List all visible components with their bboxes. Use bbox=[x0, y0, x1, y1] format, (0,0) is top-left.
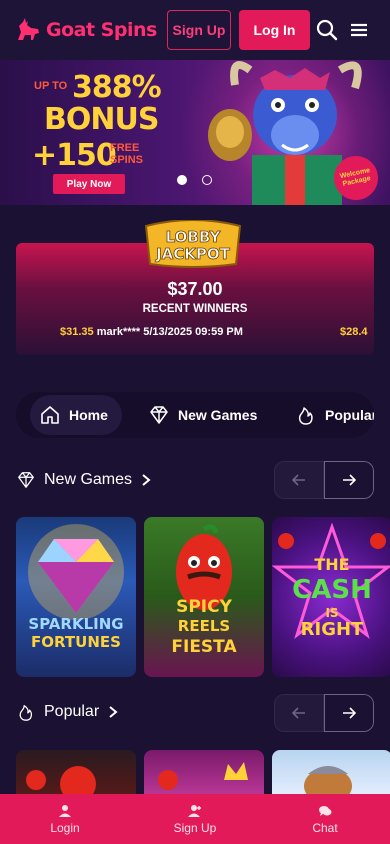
flame-icon bbox=[298, 407, 313, 425]
promo-banner[interactable]: UP TO 388% BONUS +150 FREE SPINS Play No… bbox=[0, 60, 390, 205]
bottom-nav-chat-label: Chat bbox=[312, 820, 338, 835]
chat-icon bbox=[319, 805, 332, 816]
diamond-icon bbox=[18, 472, 34, 488]
new-games-title: New Games bbox=[44, 471, 133, 488]
popular-prev-button[interactable] bbox=[274, 694, 324, 732]
game-title-line1: SPARKLING bbox=[28, 615, 124, 633]
signup-button[interactable]: Sign Up bbox=[167, 10, 231, 50]
game-title-line1: THE bbox=[314, 555, 350, 574]
banner-spins-count: +150 bbox=[32, 138, 117, 173]
winner-ticker: $31.35 mark**** 5/13/2025 09:59 PM bbox=[60, 326, 243, 338]
jackpot-logo-line2: JACKPOT bbox=[155, 245, 231, 263]
jackpot-logo-line1: LOBBY bbox=[166, 228, 222, 246]
diamond-icon bbox=[150, 406, 168, 424]
chevron-right-icon bbox=[109, 706, 118, 718]
viking-artwork bbox=[304, 766, 352, 800]
tab-home-label: Home bbox=[69, 407, 108, 423]
user-plus-icon bbox=[188, 804, 201, 817]
bottom-nav-bar: Login Sign Up Chat bbox=[0, 794, 390, 844]
game-title-line2: CASH bbox=[292, 575, 372, 605]
popular-header[interactable]: Popular bbox=[16, 702, 119, 722]
arrow-right-icon bbox=[343, 474, 356, 486]
popular-game-tile-3[interactable] bbox=[272, 750, 390, 800]
user-icon bbox=[59, 804, 71, 817]
popular-game-tile-2[interactable] bbox=[144, 750, 264, 800]
jackpot-amount: $37.00 bbox=[167, 279, 223, 299]
popular-next-button[interactable] bbox=[324, 694, 374, 732]
banner-bonus: BONUS bbox=[44, 102, 159, 137]
game-tile-the-cash-is-right[interactable]: THE CASH IS RIGHT bbox=[272, 517, 390, 677]
popular-title: Popular bbox=[44, 703, 100, 720]
lobby-jackpot-logo: LOBBY JACKPOT bbox=[144, 220, 242, 268]
tab-popular[interactable]: Popular bbox=[295, 395, 374, 435]
search-icon[interactable] bbox=[316, 19, 338, 41]
recent-winners-label: RECENT WINNERS bbox=[142, 303, 248, 315]
popular-carousel-nav bbox=[274, 694, 374, 732]
tab-new-games[interactable]: New Games bbox=[148, 395, 257, 435]
tab-home[interactable]: Home bbox=[30, 395, 122, 435]
brand-logo[interactable]: Goat Spins bbox=[14, 16, 157, 44]
game-title-line1: SPICY bbox=[176, 597, 232, 617]
game-title-line2: REELS bbox=[177, 617, 231, 635]
goat-logo-icon bbox=[18, 18, 39, 40]
winner-amount-next: $28.4 bbox=[340, 326, 368, 338]
bottom-nav-login[interactable]: Login bbox=[0, 794, 130, 844]
winner-amount: $31.35 bbox=[60, 326, 94, 338]
game-tile-sparkling-fortunes[interactable]: SPARKLING FORTUNES bbox=[16, 517, 136, 677]
game-title-line2: FORTUNES bbox=[31, 633, 121, 651]
carousel-dot-2[interactable] bbox=[202, 175, 212, 185]
game-title-line3: FIESTA bbox=[171, 637, 237, 657]
flame-icon bbox=[19, 705, 32, 721]
winner-details: mark**** 5/13/2025 09:59 PM bbox=[96, 326, 243, 338]
banner-up-to: UP TO bbox=[34, 80, 68, 92]
top-header: Goat Spins Sign Up Log In bbox=[0, 0, 390, 60]
brand-name: Goat Spins bbox=[46, 19, 157, 41]
login-button[interactable]: Log In bbox=[239, 10, 310, 50]
arrow-left-icon bbox=[292, 707, 305, 719]
new-games-next-button[interactable] bbox=[324, 461, 374, 499]
game-title-line3: IS bbox=[325, 606, 339, 620]
game-tile-spicy-reels-fiesta[interactable]: SPICY REELS FIESTA bbox=[144, 517, 264, 677]
banner-free-spins: FREE SPINS bbox=[110, 142, 144, 166]
bottom-nav-signup-label: Sign Up bbox=[173, 820, 217, 835]
chevron-right-icon bbox=[142, 474, 151, 486]
category-tabs: Home New Games Popular bbox=[16, 392, 374, 438]
banner-percent: 388% bbox=[72, 70, 162, 105]
new-games-header[interactable]: New Games bbox=[16, 470, 152, 490]
tab-new-games-label: New Games bbox=[178, 407, 258, 423]
tab-popular-label: Popular bbox=[325, 407, 374, 423]
play-now-button[interactable]: Play Now bbox=[53, 174, 125, 194]
bottom-nav-login-label: Login bbox=[50, 820, 80, 835]
arrow-right-icon bbox=[343, 707, 356, 719]
new-games-prev-button[interactable] bbox=[274, 461, 324, 499]
bottom-nav-chat[interactable]: Chat bbox=[260, 794, 390, 844]
hamburger-menu-icon[interactable] bbox=[348, 19, 370, 41]
bottom-nav-signup[interactable]: Sign Up bbox=[130, 794, 260, 844]
home-icon bbox=[41, 406, 59, 424]
game-title-line4: RIGHT bbox=[300, 619, 364, 640]
popular-game-tile-1[interactable] bbox=[16, 750, 136, 800]
arrow-left-icon bbox=[292, 474, 305, 486]
gem-artwork bbox=[28, 524, 124, 620]
new-games-carousel-nav bbox=[274, 461, 374, 499]
crown-artwork bbox=[158, 762, 248, 790]
cherry-artwork bbox=[26, 766, 96, 800]
carousel-dot-1[interactable] bbox=[177, 175, 187, 185]
